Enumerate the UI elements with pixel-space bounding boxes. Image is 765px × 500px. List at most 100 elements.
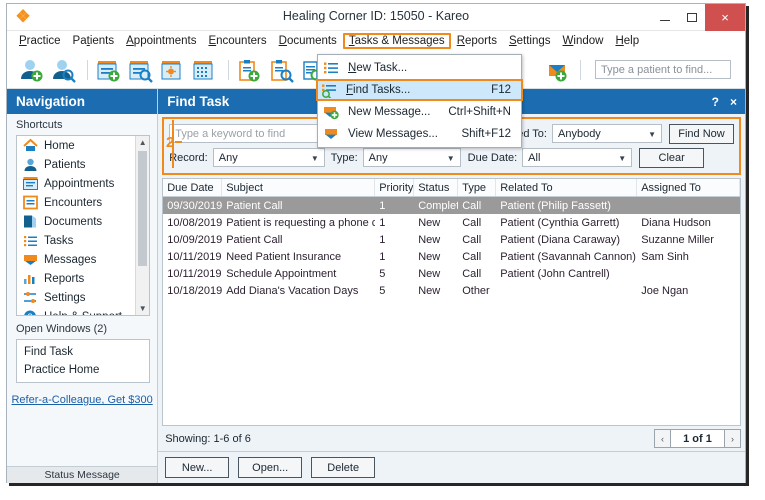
new-appointment-icon[interactable] [94, 55, 122, 85]
new-button[interactable]: New... [165, 457, 230, 478]
clear-button[interactable]: Clear [639, 147, 705, 168]
scrollbar-thumb[interactable] [138, 151, 148, 266]
menu-item-label: New Message... [348, 106, 431, 118]
table-row[interactable]: 10/08/2019 Patient is requesting a phone… [163, 214, 740, 231]
annotation-step-2: 2 [166, 134, 183, 151]
menu-item-new-task[interactable]: New Task... [318, 57, 521, 79]
annotation-dash [175, 141, 183, 143]
menu-item-label: Find Tasks... [346, 84, 411, 96]
appointment-day-icon[interactable] [158, 55, 186, 85]
open-window-item-find-task[interactable]: Find Task [17, 343, 149, 361]
assigned-to-select[interactable]: Anybody ▼ [552, 124, 662, 143]
cell-assigned-to [637, 197, 740, 214]
sidebar-item-reports[interactable]: Reports [17, 269, 135, 288]
menu-patients[interactable]: Patients [67, 33, 121, 49]
cell-assigned-to: Sam Sinh [641, 250, 689, 263]
menu-bar: PPracticeractice Patients Appointments E… [7, 31, 745, 51]
find-appointment-icon[interactable] [126, 55, 154, 85]
menu-practice[interactable]: PPracticeractice [13, 33, 67, 49]
menu-settings[interactable]: Settings [503, 33, 557, 49]
cell-related-to [496, 282, 637, 299]
menu-item-label: View Messages... [348, 128, 438, 140]
table-row[interactable]: 10/11/2019 Need Patient Insurance 1 New … [163, 248, 740, 265]
cell-due-date: 09/30/2019 [167, 199, 223, 212]
due-date-select[interactable]: All ▼ [522, 148, 633, 167]
annotation-step-number: 2 [166, 134, 175, 151]
menu-help[interactable]: Help [609, 33, 645, 49]
column-header-status[interactable]: Status [414, 179, 459, 196]
cell-priority: 1 [379, 199, 386, 212]
shortcuts-label: Shortcuts [7, 114, 158, 135]
new-encounter-icon[interactable] [235, 55, 263, 85]
cell-subject: Schedule Appointment [226, 267, 337, 280]
prev-page-button[interactable]: ‹ [654, 429, 671, 448]
sidebar-item-appointments[interactable]: Appointments [17, 174, 135, 193]
maximize-button[interactable] [678, 4, 705, 31]
column-header-subject[interactable]: Subject [222, 179, 376, 196]
next-page-button[interactable]: › [724, 429, 741, 448]
sidebar-item-documents[interactable]: Documents [17, 212, 135, 231]
menu-item-new-message[interactable]: New Message... Ctrl+Shift+N [318, 101, 521, 123]
scroll-down-icon[interactable]: ▼ [136, 302, 150, 315]
sidebar-item-patients[interactable]: Patients [17, 155, 135, 174]
sidebar-item-help-and-support[interactable]: ? Help & Support [17, 307, 135, 315]
application-window: ❖ Healing Corner ID: 15050 - Kareo × PPr… [6, 3, 746, 483]
type-select[interactable]: Any ▼ [362, 148, 461, 167]
svg-text:?: ? [27, 312, 32, 315]
record-select[interactable]: Any ▼ [212, 148, 325, 167]
menu-window[interactable]: Window [557, 33, 610, 49]
sidebar-scrollbar[interactable]: ▲ ▼ [135, 136, 150, 315]
cell-related-to: Patient (Savannah Cannon) [500, 250, 636, 263]
appointments-icon [22, 176, 39, 191]
menu-documents[interactable]: Documents [273, 33, 343, 49]
find-encounter-icon[interactable] [267, 55, 295, 85]
cell-subject: Add Diana's Vacation Days [226, 284, 359, 297]
help-button[interactable]: ? [712, 95, 719, 109]
column-header-type[interactable]: Type [458, 179, 497, 196]
new-message-icon[interactable] [544, 55, 572, 85]
column-header-due-date[interactable]: Due Date [163, 179, 223, 196]
close-button[interactable]: × [705, 4, 745, 31]
open-button[interactable]: Open... [238, 457, 303, 478]
menu-tasks-and-messages[interactable]: Tasks & Messages [342, 32, 451, 49]
sidebar-item-tasks[interactable]: Tasks [17, 231, 135, 250]
reports-icon [22, 271, 39, 286]
window-title: Healing Corner ID: 15050 - Kareo [282, 9, 470, 23]
table-row[interactable]: 10/11/2019 Schedule Appointment 5 New Ca… [163, 265, 740, 282]
column-header-assigned-to[interactable]: Assigned To [637, 179, 740, 196]
sidebar-item-home[interactable]: Home [17, 136, 135, 155]
calendar-icon[interactable] [190, 55, 218, 85]
patient-search-input[interactable]: Type a patient to find... [595, 60, 731, 79]
refer-a-colleague-link[interactable]: Refer-a-Colleague, Get $300 [7, 394, 157, 406]
find-now-button[interactable]: Find Now [669, 123, 734, 144]
menu-appointments[interactable]: Appointments [120, 33, 202, 49]
cell-due-date: 10/18/2019 [167, 284, 223, 297]
pagination: ‹ 1 of 1 › [654, 429, 741, 448]
add-patient-icon[interactable] [17, 55, 45, 85]
cell-due-date: 10/11/2019 [167, 267, 222, 280]
column-header-priority[interactable]: Priority [375, 179, 415, 196]
menu-item-view-messages[interactable]: View Messages... Shift+F12 [318, 123, 521, 145]
cell-due-date: 10/11/2019 [167, 250, 222, 263]
menu-item-label: New Task... [348, 62, 408, 74]
table-row[interactable]: 09/30/2019 Patient Call 1 Completed Call… [163, 197, 740, 214]
sidebar-item-encounters[interactable]: Encounters [17, 193, 135, 212]
table-row[interactable]: 10/18/2019 Add Diana's Vacation Days 5 N… [163, 282, 740, 299]
minimize-button[interactable] [651, 4, 678, 31]
menu-item-find-tasks[interactable]: Find Tasks... F12 [316, 79, 523, 101]
cell-due-date: 10/09/2019 [167, 233, 223, 246]
sidebar-item-messages[interactable]: Messages [17, 250, 135, 269]
column-header-related-to[interactable]: Related To [496, 179, 638, 196]
find-patient-icon[interactable] [49, 55, 77, 85]
sidebar-item-settings[interactable]: Settings [17, 288, 135, 307]
patients-icon [22, 157, 39, 172]
table-row[interactable]: 10/09/2019 Patient Call 1 New Call Patie… [163, 231, 740, 248]
close-panel-button[interactable]: × [730, 95, 737, 109]
menu-reports[interactable]: Reports [451, 33, 503, 49]
scroll-up-icon[interactable]: ▲ [136, 136, 150, 149]
open-window-item-practice-home[interactable]: Practice Home [17, 361, 149, 379]
delete-button[interactable]: Delete [311, 457, 376, 478]
sidebar-item-label: Appointments [44, 177, 115, 190]
menu-encounters[interactable]: Encounters [202, 33, 272, 49]
